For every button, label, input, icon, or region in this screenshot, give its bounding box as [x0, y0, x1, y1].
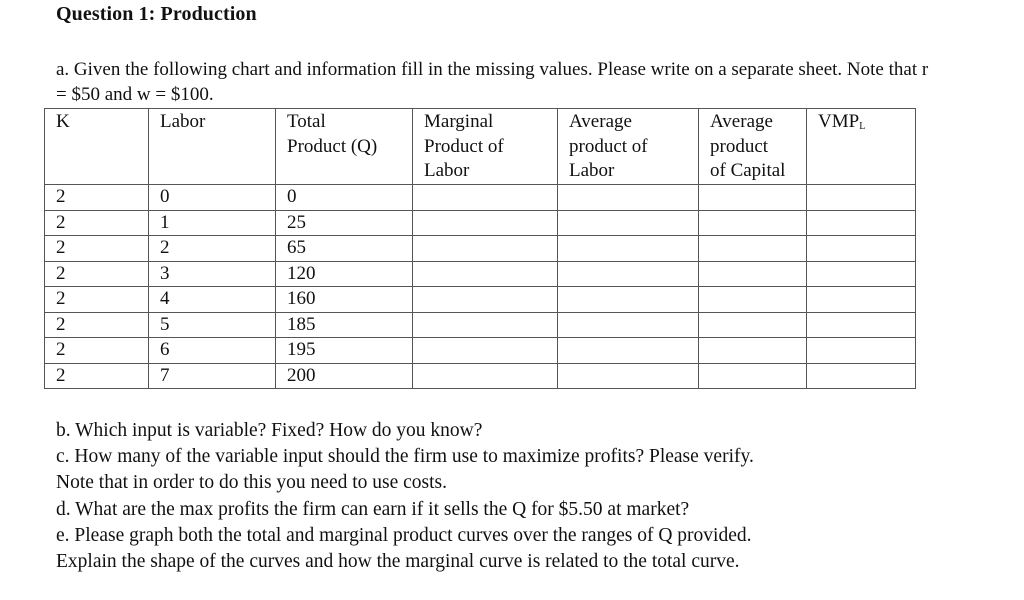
- header-marginal-product-labor: Marginal Product of Labor: [412, 108, 558, 185]
- cell-vmpl: [806, 235, 916, 262]
- cell-total-product: 65: [275, 235, 413, 262]
- header-total-product: Total Product (Q): [275, 108, 413, 185]
- cell-labor: 5: [148, 311, 276, 338]
- cell-k: 2: [44, 209, 149, 236]
- header-mpl-line-1: Marginal: [424, 111, 494, 132]
- question-c-note: Note that in order to do this you need t…: [56, 472, 448, 494]
- question-e: e. Please graph both the total and margi…: [56, 524, 752, 546]
- cell-labor: 3: [148, 260, 276, 287]
- header-vmpl: VMPL: [806, 108, 916, 185]
- header-average-product-labor: Average product of Labor: [557, 108, 699, 185]
- cell-marginal-product-labor: [412, 286, 558, 313]
- table-row: 2 4 160: [44, 286, 916, 313]
- cell-average-product-capital: [698, 260, 807, 287]
- cell-k: 2: [44, 362, 149, 389]
- table-row: 2 2 65: [44, 235, 916, 262]
- cell-marginal-product-labor: [412, 209, 558, 236]
- question-e-continued: Explain the shape of the curves and how …: [56, 551, 740, 573]
- cell-k: 2: [44, 311, 149, 338]
- cell-average-product-labor: [557, 260, 699, 287]
- cell-average-product-labor: [557, 235, 699, 262]
- cell-vmpl: [806, 286, 916, 313]
- table-header-row: K Labor Total Product (Q) Marginal Produ…: [44, 108, 916, 185]
- cell-average-product-labor: [557, 184, 699, 211]
- cell-average-product-labor: [557, 286, 699, 313]
- table-body: 2 0 0 2 1 25 2 2 65 2 3 120 2 4 160 2 5 185 2 6 195 2 7 200: [44, 184, 916, 389]
- cell-average-product-capital: [698, 235, 807, 262]
- cell-marginal-product-labor: [412, 311, 558, 338]
- cell-average-product-capital: [698, 184, 807, 211]
- cell-marginal-product-labor: [412, 362, 558, 389]
- cell-average-product-labor: [557, 362, 699, 389]
- cell-k: 2: [44, 184, 149, 211]
- instructions-text: a. Given the following chart and informa…: [56, 59, 929, 105]
- cell-average-product-labor: [557, 337, 699, 364]
- header-apl-line-2: product of: [569, 135, 648, 157]
- cell-k: 2: [44, 337, 149, 364]
- cell-labor: 4: [148, 286, 276, 313]
- cell-marginal-product-labor: [412, 260, 558, 287]
- header-vmpl-subscript: L: [859, 121, 866, 132]
- cell-k: 2: [44, 286, 149, 313]
- cell-vmpl: [806, 209, 916, 236]
- header-total-product-line-2: Product (Q): [287, 135, 378, 157]
- cell-marginal-product-labor: [412, 235, 558, 262]
- cell-labor: 0: [148, 184, 276, 211]
- cell-vmpl: [806, 260, 916, 287]
- cell-total-product: 195: [275, 337, 413, 364]
- table-row: 2 1 25: [44, 209, 916, 236]
- cell-total-product: 160: [275, 286, 413, 313]
- header-labor: Labor: [148, 108, 276, 185]
- header-mpl-line-3: Labor: [424, 160, 470, 181]
- cell-labor: 1: [148, 209, 276, 236]
- cell-marginal-product-labor: [412, 184, 558, 211]
- cell-total-product: 120: [275, 260, 413, 287]
- cell-average-product-capital: [698, 209, 807, 236]
- question-c: c. How many of the variable input should…: [56, 446, 754, 468]
- cell-k: 2: [44, 235, 149, 262]
- table-row: 2 6 195: [44, 337, 916, 364]
- header-apk-line-3: of Capital: [710, 160, 786, 181]
- header-total-product-line-1: Total: [287, 111, 326, 132]
- cell-average-product-capital: [698, 311, 807, 338]
- header-k-line: K: [56, 111, 70, 132]
- header-mpl-line-2: Product of: [424, 135, 504, 157]
- cell-marginal-product-labor: [412, 337, 558, 364]
- cell-k: 2: [44, 260, 149, 287]
- cell-labor: 7: [148, 362, 276, 389]
- question-b: b. Which input is variable? Fixed? How d…: [56, 420, 483, 441]
- table-row: 2 3 120: [44, 260, 916, 287]
- table-row: 2 7 200: [44, 362, 916, 389]
- table-row: 2 5 185: [44, 311, 916, 338]
- cell-total-product: 25: [275, 209, 413, 236]
- cell-average-product-labor: [557, 209, 699, 236]
- cell-total-product: 0: [275, 184, 413, 211]
- questions-list: b. Which input is variable? Fixed? How d…: [56, 418, 956, 575]
- header-average-product-capital: Average product of Capital: [698, 108, 807, 185]
- header-labor-line: Labor: [160, 111, 206, 132]
- cell-labor: 6: [148, 337, 276, 364]
- production-table: K Labor Total Product (Q) Marginal Produ…: [44, 108, 916, 389]
- cell-average-product-capital: [698, 362, 807, 389]
- header-apk-line-2: product: [710, 135, 769, 157]
- table-row: 200: [44, 184, 916, 211]
- question-d: d. What are the max profits the firm can…: [56, 498, 690, 520]
- cell-vmpl: [806, 362, 916, 389]
- cell-average-product-capital: [698, 286, 807, 313]
- header-apl-line-3: Labor: [569, 160, 615, 181]
- header-apk-line-1: Average: [710, 111, 773, 132]
- cell-vmpl: [806, 184, 916, 211]
- cell-average-product-labor: [557, 311, 699, 338]
- cell-total-product: 200: [275, 362, 413, 389]
- cell-vmpl: [806, 337, 916, 364]
- question-title: Question 1: Production: [56, 3, 257, 25]
- cell-average-product-capital: [698, 337, 807, 364]
- cell-total-product: 185: [275, 311, 413, 338]
- header-k: K: [44, 108, 149, 185]
- cell-vmpl: [806, 311, 916, 338]
- cell-labor: 2: [148, 235, 276, 262]
- header-apl-line-1: Average: [569, 111, 632, 132]
- header-vmpl-text: VMP: [818, 111, 860, 132]
